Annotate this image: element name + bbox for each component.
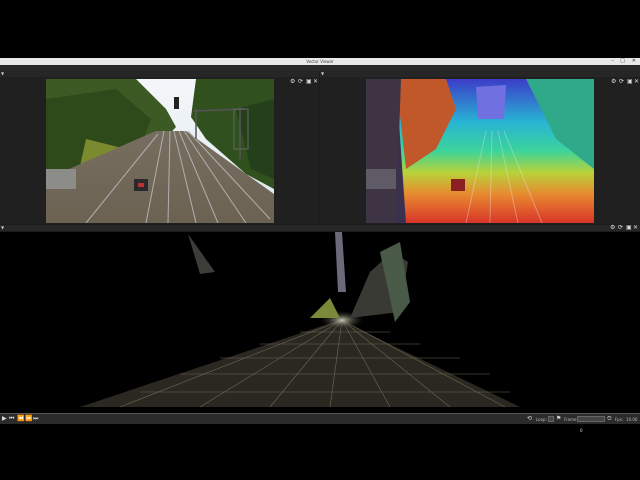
frame-input[interactable]: 0 [577, 416, 605, 433]
fps-value: 10.00 [626, 417, 638, 422]
close-icon[interactable]: ✕ [633, 225, 638, 231]
save-icon[interactable]: ▣ [627, 79, 633, 85]
frame-label: Frame: [564, 417, 578, 422]
refresh-icon[interactable]: ⟳ [619, 79, 624, 85]
refresh-icon[interactable]: ⟳ [298, 79, 303, 85]
refresh-icon[interactable]: ⟳ [618, 225, 623, 231]
minimize-icon[interactable]: – [612, 58, 615, 65]
play-icon[interactable]: ▶ [2, 415, 7, 423]
title-bar: Vector Viewer – □ ✕ [0, 58, 640, 65]
gear-icon[interactable]: ⚙ [290, 79, 295, 85]
step-back-icon[interactable]: ⏪ [17, 415, 24, 423]
window-close-icon[interactable]: ✕ [632, 58, 636, 65]
point-cloud-view[interactable] [0, 232, 640, 413]
frame-value: 0 [580, 428, 583, 433]
gear-icon[interactable]: ⚙ [611, 79, 616, 85]
rectified-image [46, 79, 274, 223]
close-icon[interactable]: ✕ [634, 79, 639, 85]
fps-label: Fps: [615, 417, 624, 422]
save-icon[interactable]: ▣ [626, 225, 632, 231]
save-icon[interactable]: ▣ [306, 79, 312, 85]
fps-icon: ⏲ [607, 415, 612, 422]
skip-start-icon[interactable]: ⏮ [9, 415, 14, 423]
depth-map-image [366, 79, 594, 223]
point-cloud-render [80, 232, 520, 408]
step-forward-icon[interactable]: ⏩ [25, 415, 32, 423]
close-icon[interactable]: ✕ [313, 79, 318, 85]
collapse-arrow-icon[interactable]: ▼ [1, 225, 4, 231]
loop-icon[interactable]: ⟲ [527, 415, 532, 423]
depth-map-pane[interactable]: ⚙ ⟳ ▣ ✕ [320, 77, 640, 224]
loop-label: Loop: [536, 417, 547, 422]
window-title: Vector Viewer [306, 59, 334, 64]
playback-bar: ▶ ⏮ ⏪ ⏩ ⏭ ⟲ Loop: ⚑ Frame: 0 ⏲ Fps: 10.0… [0, 413, 640, 433]
rectified-image-pane[interactable]: ⚙ ⟳ ▣ ✕ [0, 77, 319, 224]
maximize-icon[interactable]: □ [620, 58, 625, 65]
gear-icon[interactable]: ⚙ [610, 225, 615, 231]
loop-checkbox[interactable] [548, 416, 554, 422]
frame-icon: ⚑ [556, 415, 562, 422]
point-cloud-titlebar: ▼ Point Cloud ⚙ ⟳ ▣ ✕ [0, 225, 640, 241]
skip-end-icon[interactable]: ⏭ [33, 415, 38, 423]
app-window: Vector Viewer – □ ✕ View Layouts Viewers… [0, 58, 640, 433]
